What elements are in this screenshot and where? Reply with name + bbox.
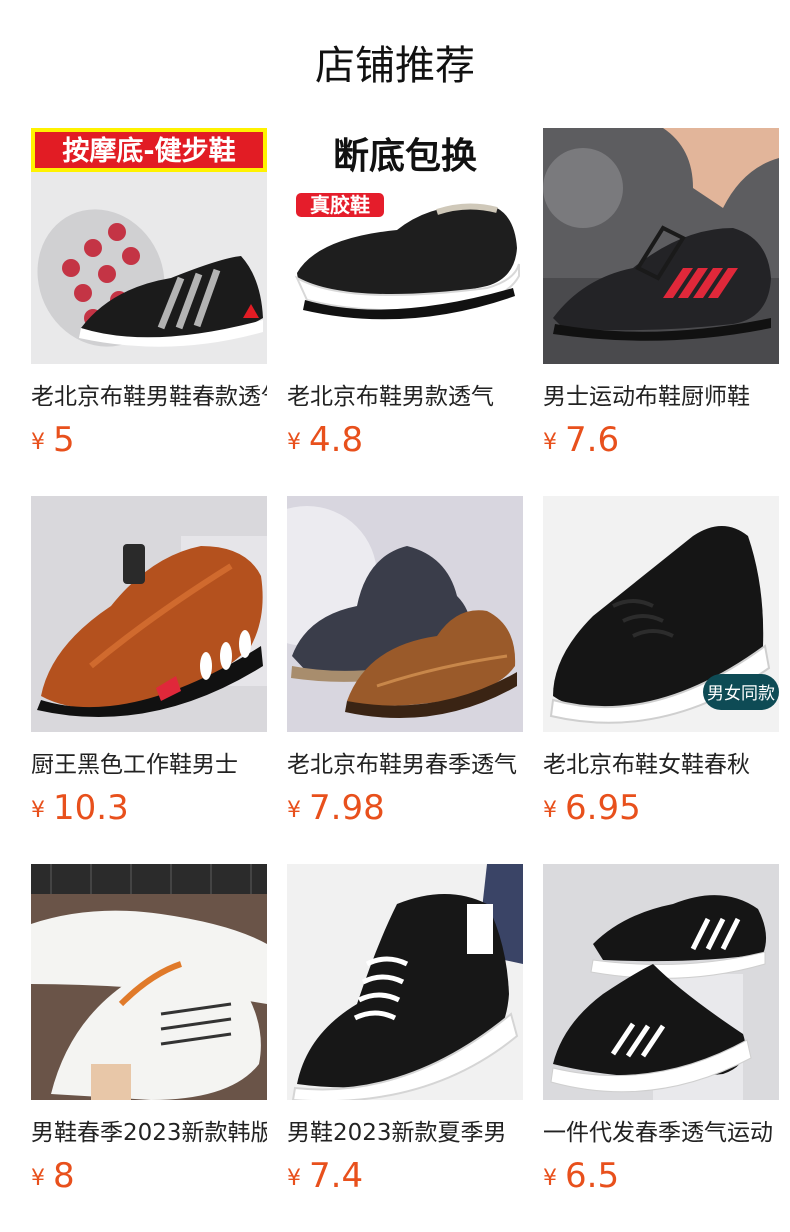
product-price: ¥6.95	[543, 786, 641, 830]
product-card[interactable]: 男士运动布鞋厨师鞋 ¥7.6	[543, 128, 779, 468]
product-name[interactable]: 厨王黑色工作鞋男士	[31, 748, 267, 782]
price-value: 7.6	[565, 420, 620, 460]
price-value: 4.8	[309, 420, 364, 460]
product-image[interactable]	[31, 496, 267, 732]
product-card[interactable]: 一件代发春季透气运动 ¥6.5	[543, 864, 779, 1204]
overlay-label: 男女同款	[707, 684, 775, 704]
price-value: 8	[53, 1156, 75, 1196]
price-value: 6.95	[565, 788, 641, 828]
price-value: 7.98	[309, 788, 385, 828]
currency-symbol: ¥	[287, 430, 301, 455]
product-image[interactable]: 男女同款	[543, 496, 779, 732]
product-price: ¥10.3	[31, 786, 129, 830]
product-image[interactable]	[287, 496, 523, 732]
product-card[interactable]: 男鞋春季2023新款韩版 ¥8	[31, 864, 267, 1204]
product-card[interactable]: 断底包换 真胶鞋 老北京布鞋男款透气 ¥4.8	[287, 128, 523, 468]
product-card[interactable]: 厨王黑色工作鞋男士 ¥10.3	[31, 496, 267, 836]
page-title: 店铺推荐	[315, 43, 475, 89]
price-value: 7.4	[309, 1156, 364, 1196]
overlay-label: 按摩底-健步鞋	[62, 135, 235, 167]
currency-symbol: ¥	[31, 798, 45, 823]
currency-symbol: ¥	[543, 1166, 557, 1191]
product-name[interactable]: 男鞋2023新款夏季男	[287, 1116, 523, 1150]
product-card[interactable]: 老北京布鞋男春季透气 ¥7.98	[287, 496, 523, 836]
currency-symbol: ¥	[31, 430, 45, 455]
product-image[interactable]	[287, 864, 523, 1100]
product-price: ¥5	[31, 418, 75, 462]
product-card[interactable]: 按摩底-健步鞋 老北京布鞋男鞋春款透气 ¥5	[31, 128, 267, 468]
product-image[interactable]: 按摩底-健步鞋	[31, 128, 267, 364]
product-image[interactable]	[543, 864, 779, 1100]
currency-symbol: ¥	[287, 1166, 301, 1191]
product-name[interactable]: 一件代发春季透气运动	[543, 1116, 779, 1150]
product-price: ¥6.5	[543, 1154, 619, 1198]
price-value: 5	[53, 420, 75, 460]
price-value: 10.3	[53, 788, 129, 828]
price-value: 6.5	[565, 1156, 620, 1196]
product-name[interactable]: 男鞋春季2023新款韩版	[31, 1116, 267, 1150]
product-name[interactable]: 老北京布鞋女鞋春秋	[543, 748, 779, 782]
product-image[interactable]	[543, 128, 779, 364]
product-price: ¥7.98	[287, 786, 385, 830]
product-name[interactable]: 老北京布鞋男春季透气	[287, 748, 523, 782]
product-name[interactable]: 老北京布鞋男鞋春款透气	[31, 380, 267, 414]
product-card[interactable]: 男鞋2023新款夏季男 ¥7.4	[287, 864, 523, 1204]
product-price: ¥4.8	[287, 418, 363, 462]
product-card[interactable]: 男女同款 老北京布鞋女鞋春秋 ¥6.95	[543, 496, 779, 836]
product-image[interactable]	[31, 864, 267, 1100]
currency-symbol: ¥	[31, 1166, 45, 1191]
currency-symbol: ¥	[543, 430, 557, 455]
currency-symbol: ¥	[543, 798, 557, 823]
product-name[interactable]: 男士运动布鞋厨师鞋	[543, 380, 779, 414]
product-name[interactable]: 老北京布鞋男款透气	[287, 380, 523, 414]
overlay-label: 断底包换	[333, 136, 477, 177]
currency-symbol: ¥	[287, 798, 301, 823]
product-image[interactable]: 断底包换 真胶鞋	[287, 128, 523, 364]
product-price: ¥7.6	[543, 418, 619, 462]
overlay-label: 真胶鞋	[310, 193, 370, 217]
product-price: ¥7.4	[287, 1154, 363, 1198]
product-price: ¥8	[31, 1154, 75, 1198]
